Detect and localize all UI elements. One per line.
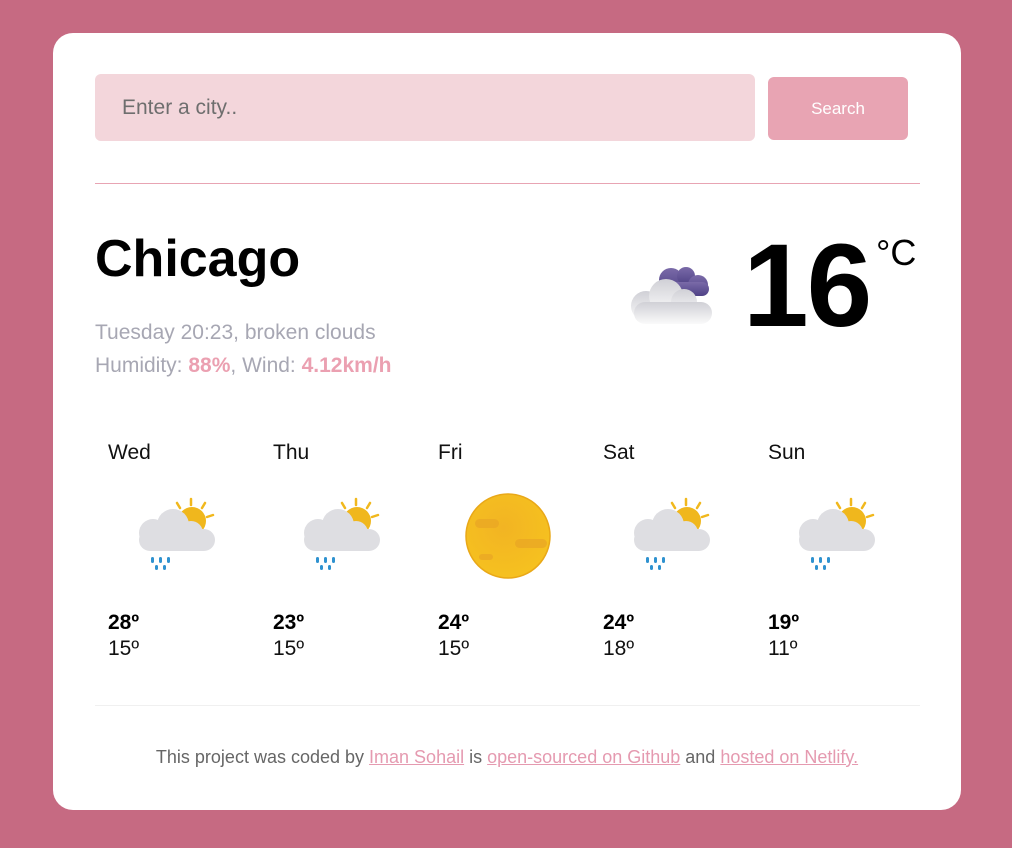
sun-rain-icon [298, 491, 388, 581]
forecast-day-name: Thu [273, 441, 310, 464]
search-form: Search [95, 74, 908, 141]
forecast-max-temp: 28º [108, 611, 140, 634]
broken-clouds-icon [626, 258, 721, 328]
humidity-wind: Humidity: 88%, Wind: 4.12km/h [95, 354, 392, 377]
weather-description: broken clouds [244, 321, 376, 344]
humidity-label: Humidity: [95, 354, 183, 377]
search-button[interactable]: Search [768, 77, 908, 140]
wind-value: 4.12km/h [301, 354, 392, 377]
forecast-day-name: Fri [438, 441, 463, 464]
forecast-min-temp: 18º [603, 637, 635, 660]
forecast-day-name: Wed [108, 441, 151, 464]
footer: This project was coded by Iman Sohail is… [53, 746, 961, 768]
forecast-max-temp: 24º [603, 611, 635, 634]
footer-text: is [469, 747, 483, 767]
forecast-min-temp: 15º [273, 637, 305, 660]
sun-icon [463, 491, 553, 581]
divider [95, 183, 920, 184]
forecast-day: Fri 24º 15º [425, 441, 575, 671]
temperature-unit-celsius[interactable]: °C [876, 233, 916, 273]
city-name: Chicago [95, 230, 301, 288]
forecast-day: Sat 24º 18º [590, 441, 740, 671]
wind-label: Wind: [242, 354, 296, 377]
sun-rain-icon [628, 491, 718, 581]
forecast-max-temp: 24º [438, 611, 470, 634]
forecast-min-temp: 15º [108, 637, 140, 660]
forecast-min-temp: 15º [438, 637, 470, 660]
footer-text: This project was coded by [155, 747, 365, 767]
date-description: Tuesday 20:23, broken clouds [95, 321, 376, 344]
current-temperature: 16 [743, 220, 872, 352]
weather-card: Search Chicago Tuesday 20:23, broken clo… [53, 33, 961, 810]
footer-text: and [685, 747, 716, 767]
day-time: Tuesday 20:23 [95, 321, 234, 344]
sun-rain-icon [793, 491, 883, 581]
city-search-input[interactable] [95, 74, 755, 141]
github-link[interactable]: open-sourced on Github [487, 747, 680, 767]
forecast-max-temp: 19º [768, 611, 800, 634]
humidity-value: 88% [188, 354, 231, 377]
forecast-min-temp: 11º [768, 637, 798, 660]
netlify-link[interactable]: hosted on Netlify. [720, 747, 858, 767]
forecast-day: Wed 28º 15º [95, 441, 245, 671]
author-link[interactable]: Iman Sohail [369, 747, 464, 767]
forecast-day: Sun 19º 11º [755, 441, 905, 671]
divider [95, 705, 920, 706]
forecast-day-name: Sat [603, 441, 635, 464]
sun-rain-icon [133, 491, 223, 581]
forecast-day: Thu 23º 15º [260, 441, 410, 671]
forecast-max-temp: 23º [273, 611, 305, 634]
forecast-day-name: Sun [768, 441, 806, 464]
weather-details: Tuesday 20:23, broken clouds Humidity: 8… [95, 316, 392, 382]
